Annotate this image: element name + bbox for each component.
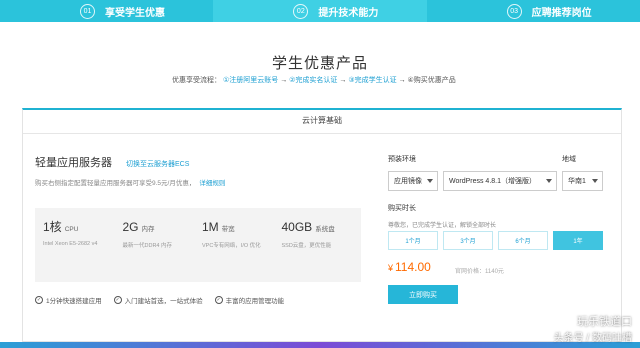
page-title: 学生优惠产品 xyxy=(271,55,368,72)
watermark: 玩乐铁道口 头条号 / 数码吐槽 xyxy=(554,313,632,344)
spec-unit: 带宽 xyxy=(221,226,235,233)
env-version-value: WordPress 4.8.1（增强版） xyxy=(449,178,537,185)
product-info: 轻量应用服务器 切换至云服务器ECS 购买右侧指定配置轻量应用服务器可享受9.5… xyxy=(35,154,365,187)
price: ¥114.00 xyxy=(388,260,431,274)
step-number: 02 xyxy=(293,3,309,19)
chevron-down-icon xyxy=(427,179,433,183)
watermark-line1: 玩乐铁道口 xyxy=(577,316,632,328)
flow-prefix: 优惠享受流程： xyxy=(172,77,221,84)
purchase-flow: 优惠享受流程： ①注册阿里云账号 → ②完成实名认证 → ③完成学生认证 → ④… xyxy=(172,75,456,85)
env-type-value: 应用镜像 xyxy=(394,178,422,185)
region-select[interactable]: 华南1 xyxy=(562,171,603,191)
feature-item: ✓ 入门建站首选，一站式体验 xyxy=(113,295,203,305)
duration-1-year[interactable]: 1年 xyxy=(553,231,603,250)
spec-unit: 内存 xyxy=(141,226,155,233)
watermark-line2: 头条号 / 数码吐槽 xyxy=(553,333,632,344)
bottom-banner-strip xyxy=(0,342,640,348)
spec-unit: CPU xyxy=(64,226,79,233)
detail-rules-link[interactable]: 详细规则 xyxy=(199,180,225,187)
duration-note: 尊敬您，已完成学生认证，解锁全部时长 xyxy=(388,223,497,229)
step-2: 02 提升技术能力 xyxy=(213,0,427,22)
step-number: 03 xyxy=(506,3,522,19)
arrow-icon: → xyxy=(280,77,288,84)
spec-detail: 最新一代DDR4 内存 xyxy=(122,243,173,249)
main-panel: 学生优惠产品 优惠享受流程： ①注册阿里云账号 → ②完成实名认证 → ③完成学… xyxy=(0,22,640,342)
arrow-icon: → xyxy=(398,77,406,84)
step-number: 01 xyxy=(80,3,95,19)
flow-realname-link[interactable]: ②完成实名认证 xyxy=(289,77,337,84)
original-price: 官网价格：1140元 xyxy=(455,269,504,275)
feature-label: 入门建站首选，一站式体验 xyxy=(124,298,203,305)
feature-label: 1分钟快速搭建应用 xyxy=(46,298,102,305)
spec-value: 1核 xyxy=(43,220,62,234)
product-description: 购买右侧指定配置轻量应用服务器可享受9.5元/月优惠， xyxy=(35,180,196,187)
feature-item: ✓ 丰富的应用管理功能 xyxy=(214,295,285,305)
buy-now-button[interactable]: 立即购买 xyxy=(388,285,458,304)
chevron-down-icon xyxy=(592,179,598,183)
spec-unit: 系统盘 xyxy=(315,226,335,233)
spec-detail: VPC专有网络，I/O 优化 xyxy=(202,243,261,249)
env-version-select[interactable]: WordPress 4.8.1（增强版） xyxy=(443,171,557,191)
duration-3-months[interactable]: 3个月 xyxy=(443,231,493,250)
spec-panel: 1核 CPU Intel Xeon E5-2682 v4 2G 内存 最新一代DDR… xyxy=(35,208,361,282)
feature-label: 丰富的应用管理功能 xyxy=(225,298,285,305)
feature-item: ✓ 1分钟快速搭建应用 xyxy=(35,295,102,305)
check-circle-icon: ✓ xyxy=(35,296,43,304)
spec-memory: 2G 内存 最新一代DDR4 内存 xyxy=(123,218,203,282)
currency-symbol: ¥ xyxy=(388,263,394,273)
check-circle-icon: ✓ xyxy=(214,296,223,304)
product-name: 轻量应用服务器 xyxy=(35,157,112,169)
env-type-select[interactable]: 应用镜像 xyxy=(388,171,438,191)
product-card: 云计算基础 轻量应用服务器 切换至云服务器ECS 购买右侧指定配置轻量应用服务器… xyxy=(22,108,622,342)
check-circle-icon: ✓ xyxy=(113,296,122,304)
step-1: 01 享受学生优惠 xyxy=(0,0,213,22)
arrow-icon: → xyxy=(339,77,347,84)
spec-disk: 40GB 系统盘 SSD云盘，更优性能 xyxy=(282,218,362,282)
spec-cpu: 1核 CPU Intel Xeon E5-2682 v4 xyxy=(43,218,123,282)
spec-bandwidth: 1M 带宽 VPC专有网络，I/O 优化 xyxy=(202,218,282,282)
spec-value: 2G xyxy=(122,220,139,234)
duration-label: 购买时长 xyxy=(388,205,416,212)
step-3: 03 应聘推荐岗位 xyxy=(427,0,640,22)
region-value: 华南1 xyxy=(568,178,586,185)
duration-1-month[interactable]: 1个月 xyxy=(388,231,438,250)
flow-student-link[interactable]: ③完成学生认证 xyxy=(348,77,396,84)
duration-6-months[interactable]: 6个月 xyxy=(498,231,548,250)
wechat-icon xyxy=(559,315,573,326)
switch-ecs-link[interactable]: 切换至云服务器ECS xyxy=(126,159,189,169)
spec-value: 1M xyxy=(202,220,219,234)
step-banner: 01 享受学生优惠 02 提升技术能力 03 应聘推荐岗位 xyxy=(0,0,640,22)
env-label: 预装环境 xyxy=(388,156,416,163)
spec-detail: Intel Xeon E5-2682 v4 xyxy=(43,241,98,247)
step-label: 提升技术能力 xyxy=(318,7,379,19)
region-label: 地域 xyxy=(562,156,576,163)
flow-register-link[interactable]: ①注册阿里云账号 xyxy=(223,77,278,84)
feature-list: ✓ 1分钟快速搭建应用 ✓ 入门建站首选，一站式体验 ✓ 丰富的应用管理功能 xyxy=(35,295,296,305)
step-label: 应聘推荐岗位 xyxy=(531,7,592,19)
tab-cloud-basics[interactable]: 云计算基础 xyxy=(23,110,621,134)
spec-value: 40GB xyxy=(281,220,313,234)
spec-detail: SSD云盘，更优性能 xyxy=(281,243,332,249)
flow-buy-step: ④购买优惠产品 xyxy=(407,77,456,84)
chevron-down-icon xyxy=(546,179,552,183)
step-label: 享受学生优惠 xyxy=(105,7,165,19)
price-value: 114.00 xyxy=(395,260,431,274)
